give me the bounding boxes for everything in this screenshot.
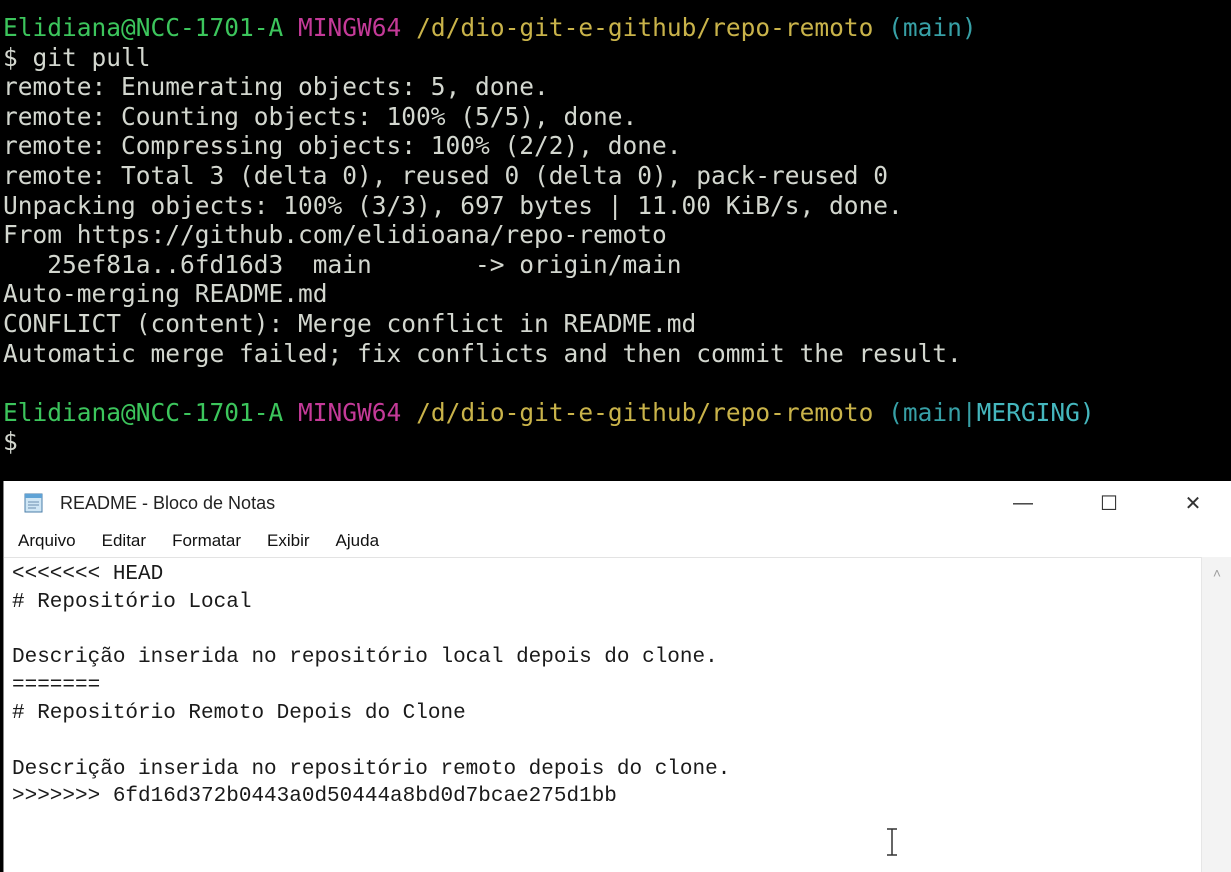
- maximize-button[interactable]: ☐: [1086, 481, 1132, 525]
- terminal-output-line: Auto-merging README.md: [3, 279, 328, 309]
- prompt-merge-state: MERGING): [976, 397, 1095, 427]
- editor-line: Descrição inserida no repositório remoto…: [12, 757, 731, 781]
- vertical-scrollbar[interactable]: ˄: [1201, 557, 1231, 872]
- editor-line: <<<<<<< HEAD: [12, 563, 164, 586]
- terminal-prompt-line: Elidiana@NCC-1701-A MINGW64 /d/dio-git-e…: [0, 13, 1231, 43]
- editor-line: # Repositório Remoto Depois do Clone: [12, 701, 466, 725]
- terminal-output-line: 25ef81a..6fd16d3 main -> origin/main: [3, 249, 682, 279]
- window-title: README - Bloco de Notas: [60, 493, 276, 513]
- text-editor-area[interactable]: <<<<<<< HEAD # Repositório Local Descriç…: [4, 557, 1202, 872]
- prompt-path: /d/dio-git-e-github/repo-remoto: [416, 13, 874, 42]
- menu-bar: Arquivo Editar Formatar Exibir Ajuda: [4, 525, 1231, 557]
- prompt-path: /d/dio-git-e-github/repo-remoto: [416, 397, 874, 427]
- close-icon: ✕: [1184, 492, 1202, 515]
- editor-line: # Repositório Local: [12, 590, 252, 614]
- minimize-icon: —: [1013, 491, 1033, 514]
- terminal-output-line: Automatic merge failed; fix conflicts an…: [3, 338, 962, 368]
- terminal-output-line: remote: Enumerating objects: 5, done.: [3, 72, 549, 102]
- terminal-window[interactable]: Elidiana@NCC-1701-A MINGW64 /d/dio-git-e…: [0, 0, 1231, 481]
- close-button[interactable]: ✕: [1170, 481, 1216, 525]
- prompt-user: Elidiana@NCC-1701-A: [3, 13, 284, 42]
- prompt-system: MINGW64: [298, 13, 402, 42]
- title-bar[interactable]: README - Bloco de Notas — ☐ ✕: [4, 481, 1231, 525]
- prompt-branch: (main: [888, 397, 962, 427]
- notepad-icon: [24, 493, 43, 513]
- menu-editar[interactable]: Editar: [102, 531, 146, 551]
- menu-formatar[interactable]: Formatar: [172, 531, 241, 551]
- terminal-output-line: From https://github.com/elidioana/repo-r…: [3, 220, 667, 250]
- prompt-branch-separator: |: [961, 397, 977, 427]
- prompt-system: MINGW64: [298, 397, 402, 427]
- terminal-input-prompt[interactable]: $: [0, 427, 1231, 457]
- terminal-output-line: CONFLICT (content): Merge conflict in RE…: [3, 308, 697, 338]
- prompt-user: Elidiana@NCC-1701-A: [3, 397, 284, 427]
- menu-exibir[interactable]: Exibir: [267, 531, 310, 551]
- menu-ajuda[interactable]: Ajuda: [336, 531, 379, 551]
- terminal-output-line: remote: Compressing objects: 100% (2/2),…: [3, 131, 682, 161]
- minimize-button[interactable]: —: [1000, 481, 1046, 525]
- terminal-prompt-line: Elidiana@NCC-1701-A MINGW64 /d/dio-git-e…: [0, 398, 1231, 428]
- terminal-command: $ git pull: [3, 42, 151, 72]
- text-ibeam-cursor-icon: [887, 828, 897, 856]
- notepad-window[interactable]: README - Bloco de Notas — ☐ ✕ Arquivo Ed…: [3, 481, 1231, 872]
- prompt-branch: (main): [888, 13, 977, 42]
- terminal-output-line: remote: Total 3 (delta 0), reused 0 (del…: [3, 160, 889, 190]
- scroll-up-icon[interactable]: ˄: [1202, 565, 1231, 581]
- editor-line: >>>>>>> 6fd16d372b0443a0d50444a8bd0d7bca…: [12, 785, 617, 809]
- editor-line: Descrição inserida no repositório local …: [12, 646, 718, 670]
- maximize-icon: ☐: [1100, 492, 1118, 515]
- terminal-output-line: remote: Counting objects: 100% (5/5), do…: [3, 101, 638, 131]
- terminal-output-line: Unpacking objects: 100% (3/3), 697 bytes…: [3, 190, 903, 220]
- editor-line: =======: [12, 674, 101, 698]
- menu-arquivo[interactable]: Arquivo: [18, 531, 76, 551]
